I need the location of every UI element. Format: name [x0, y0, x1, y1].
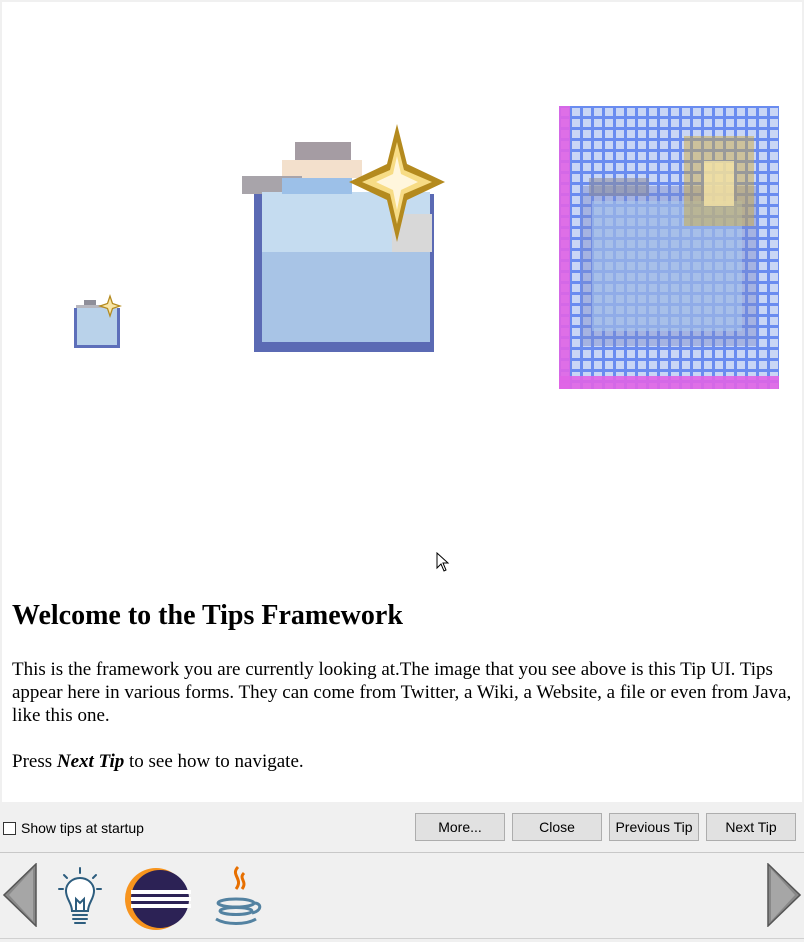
eclipse-icon[interactable] [124, 867, 192, 931]
hint-suffix: to see how to navigate. [124, 751, 304, 772]
new-project-pixel-icon [559, 106, 779, 389]
new-project-large-icon [242, 124, 445, 352]
java-icon[interactable] [210, 863, 264, 929]
next-tip-button[interactable]: Next Tip [706, 813, 796, 841]
hint-emphasis: Next Tip [56, 751, 125, 772]
close-button[interactable]: Close [512, 813, 602, 841]
new-project-small-icon [74, 294, 122, 348]
tip-image-area [2, 2, 802, 582]
arrow-left-icon[interactable] [3, 863, 37, 927]
tip-provider-strip [0, 853, 804, 942]
previous-tip-button[interactable]: Previous Tip [609, 813, 699, 841]
checkbox-box[interactable] [3, 821, 16, 835]
tip-body: This is the framework you are currently … [12, 658, 796, 773]
tip-title: Welcome to the Tips Framework [12, 600, 403, 631]
arrow-right-icon[interactable] [767, 863, 801, 927]
tip-content-area: Welcome to the Tips Framework This is th… [2, 2, 802, 802]
tip-button-bar: Show tips at startup More... Close Previ… [0, 802, 804, 852]
more-button[interactable]: More... [415, 813, 505, 841]
show-tips-label: Show tips at startup [21, 820, 144, 836]
show-tips-checkbox[interactable]: Show tips at startup [3, 820, 144, 836]
bottom-border [0, 938, 804, 939]
mouse-cursor-icon [436, 552, 450, 572]
tip-paragraph: This is the framework you are currently … [12, 659, 792, 726]
tip-navigation-hint: Press Next Tip to see how to navigate. [12, 750, 796, 773]
hint-prefix: Press [12, 751, 57, 772]
lightbulb-icon[interactable] [58, 867, 102, 929]
